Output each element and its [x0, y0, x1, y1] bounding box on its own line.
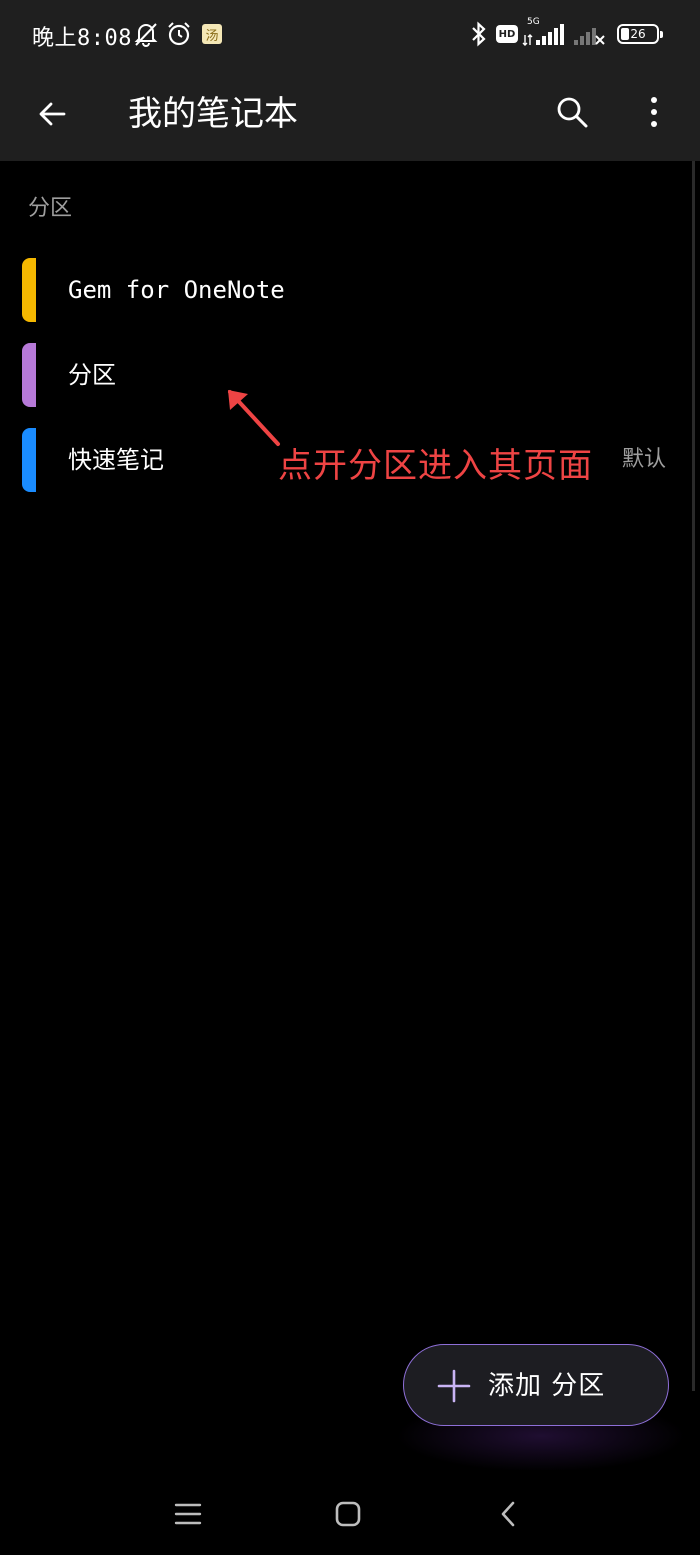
hd-icon: HD: [495, 18, 519, 50]
home-square-icon: [335, 1501, 361, 1527]
add-section-label: 添加 分区: [488, 1371, 606, 1401]
signal-no-sim-icon: [572, 18, 606, 50]
section-color-tab: [22, 258, 42, 322]
search-button[interactable]: [548, 88, 596, 136]
home-button[interactable]: [326, 1492, 370, 1536]
menu-icon: [174, 1503, 202, 1525]
battery-icon: 26: [614, 18, 663, 50]
back-button[interactable]: [28, 90, 76, 138]
more-vertical-icon: [651, 97, 657, 127]
signal-5g-icon: 5G: [522, 17, 566, 50]
battery-level: 26: [630, 27, 646, 41]
plus-icon: [437, 1369, 471, 1403]
back-chevron-icon: [501, 1501, 515, 1527]
default-badge: 默认: [621, 447, 666, 472]
system-back-button[interactable]: [486, 1492, 530, 1536]
hd-label: HD: [498, 28, 516, 40]
search-icon: [557, 97, 588, 128]
recent-apps-button[interactable]: [166, 1492, 210, 1536]
status-bar: 晚上8:08 汤 HD 5G 26: [0, 0, 700, 68]
scrollbar[interactable]: [692, 161, 695, 1391]
bell-off-icon: [132, 18, 160, 50]
more-options-button[interactable]: [630, 88, 678, 136]
section-item-label: Gem for OneNote: [68, 276, 285, 304]
add-section-button[interactable]: 添加 分区: [403, 1344, 669, 1426]
app-bar: 我的笔记本: [0, 68, 700, 161]
page-title: 我的笔记本: [128, 94, 298, 134]
section-item-gem-for-onenote[interactable]: Gem for OneNote: [0, 248, 690, 333]
section-item-label: 分区: [68, 361, 116, 389]
section-list-header: 分区: [28, 196, 73, 221]
annotation-text: 点开分区进入其页面: [278, 446, 593, 486]
status-time: 晚上8:08: [32, 26, 132, 51]
bluetooth-icon: [468, 18, 490, 50]
app-badge-text: 汤: [205, 28, 219, 44]
alarm-icon: [165, 18, 193, 50]
annotation-arrow-icon: [228, 390, 280, 446]
section-color-tab: [22, 343, 42, 407]
app-badge-icon: 汤: [201, 18, 223, 50]
section-color-tab: [22, 428, 42, 492]
section-item-fenqu[interactable]: 分区: [0, 333, 690, 418]
system-nav-bar: [0, 1470, 700, 1555]
section-item-label: 快速笔记: [68, 446, 164, 474]
arrow-left-icon: [39, 102, 66, 126]
